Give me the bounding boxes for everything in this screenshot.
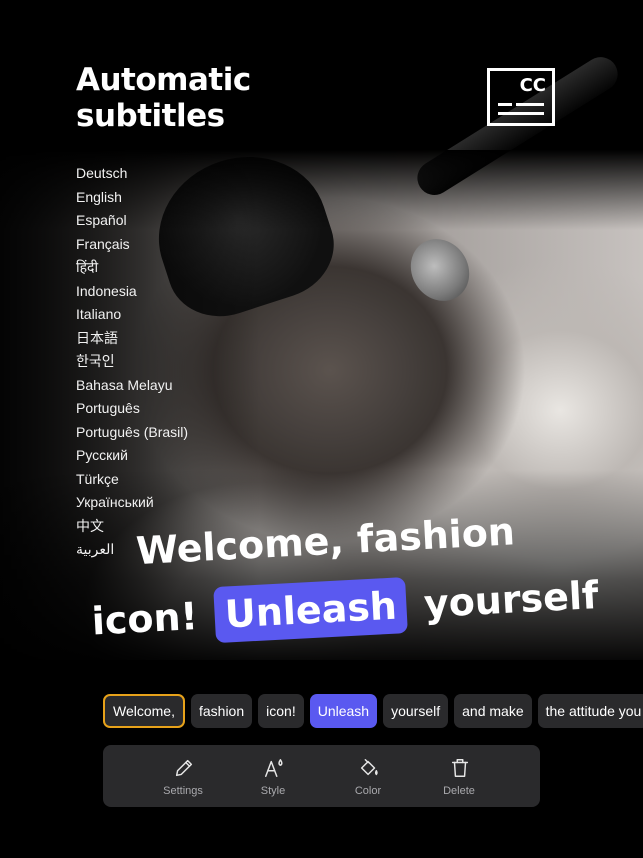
language-item[interactable]: 日本語: [76, 327, 188, 351]
paint-bucket-icon: [360, 759, 378, 776]
language-item[interactable]: हिंदी: [76, 256, 188, 280]
settings-label: Settings: [163, 785, 203, 797]
color-button[interactable]: Color: [333, 745, 403, 807]
settings-button[interactable]: Settings: [148, 745, 218, 807]
word-chip[interactable]: icon!: [258, 694, 304, 728]
language-item[interactable]: Deutsch: [76, 162, 188, 186]
language-list: Deutsch English Español Français हिंदी I…: [76, 162, 188, 562]
language-item[interactable]: Русский: [76, 444, 188, 468]
language-item[interactable]: Português: [76, 397, 188, 421]
delete-button[interactable]: Delete: [424, 745, 494, 807]
caption-line-1: Welcome, fashion: [135, 509, 516, 574]
color-label: Color: [354, 785, 382, 797]
word-chip-selected[interactable]: Welcome,: [103, 694, 185, 728]
word-chip-strip[interactable]: Welcome, fashion icon! Unleash yourself …: [103, 694, 643, 728]
edit-toolbar: Settings Style Color Delete: [103, 745, 540, 807]
delete-label: Delete: [443, 785, 475, 797]
caption-word: yourself: [422, 573, 600, 627]
language-item[interactable]: Indonesia: [76, 280, 188, 304]
language-item[interactable]: Français: [76, 233, 188, 257]
pencil-icon: [175, 759, 193, 777]
title-line-1: Automatic: [76, 62, 251, 98]
cc-line: [498, 103, 512, 106]
style-button[interactable]: Style: [238, 745, 308, 807]
word-chip[interactable]: fashion: [190, 694, 253, 728]
word-chip[interactable]: and make: [454, 694, 532, 728]
caption-highlighted-word: Unleash: [213, 577, 409, 644]
cc-line: [516, 103, 544, 106]
word-chip[interactable]: the attitude you: [537, 694, 643, 728]
closed-captions-icon: CC: [487, 68, 555, 126]
subtitle-caption: Welcome, fashion icon! Unleash yourself: [80, 483, 607, 660]
caption-word: icon!: [90, 594, 199, 644]
language-item[interactable]: Italiano: [76, 303, 188, 327]
word-chip-active[interactable]: Unleash: [309, 694, 378, 728]
cc-line: [498, 112, 544, 115]
language-item[interactable]: Português (Brasil): [76, 421, 188, 445]
language-item[interactable]: Español: [76, 209, 188, 233]
trash-icon: [451, 759, 469, 777]
language-item[interactable]: 한국인: [76, 350, 188, 374]
language-item[interactable]: Bahasa Melayu: [76, 374, 188, 398]
page-title: Automatic subtitles: [76, 62, 251, 134]
title-line-2: subtitles: [76, 98, 225, 134]
word-chip[interactable]: yourself: [383, 694, 449, 728]
language-item[interactable]: English: [76, 186, 188, 210]
text-style-icon: [265, 759, 283, 777]
language-item[interactable]: Türkçe: [76, 468, 188, 492]
style-label: Style: [260, 785, 286, 797]
closed-captions-text: CC: [519, 75, 546, 96]
